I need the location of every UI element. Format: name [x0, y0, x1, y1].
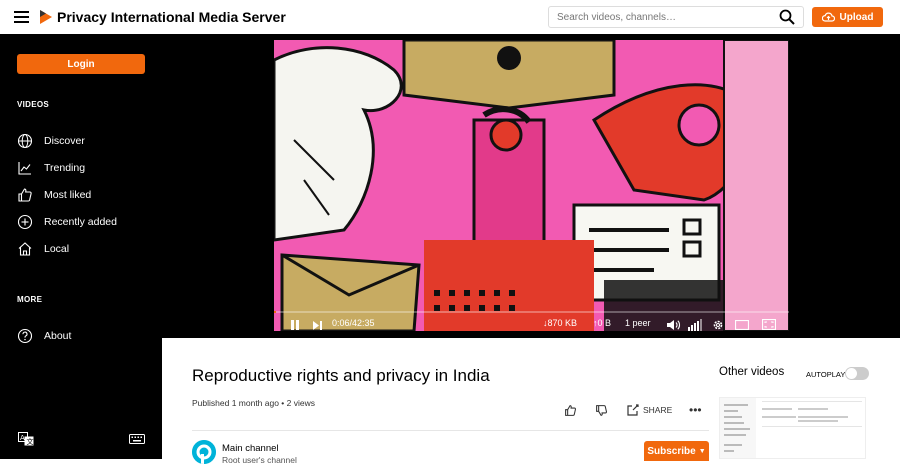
search-box — [548, 6, 804, 28]
autoplay-label: AUTOPLAY — [806, 370, 846, 379]
search-input[interactable] — [549, 7, 773, 27]
menu-icon[interactable] — [14, 11, 29, 23]
plus-circle-icon — [17, 214, 33, 230]
cloud-upload-icon — [821, 12, 835, 22]
svg-text:A: A — [20, 434, 25, 442]
globe-icon — [17, 133, 33, 149]
download-stat: ↓870 KB — [543, 318, 577, 328]
volume-level-icon[interactable] — [688, 319, 702, 331]
more-dots-icon: ••• — [689, 403, 702, 417]
top-header: Privacy International Media Server Uploa… — [0, 0, 900, 34]
app-title: Privacy International Media Server — [57, 9, 286, 25]
toggle-knob — [846, 368, 857, 379]
more-options-button[interactable]: ••• — [689, 403, 702, 417]
time-display: 0:06/42:35 — [332, 318, 375, 328]
video-frame[interactable] — [274, 40, 789, 331]
divider — [192, 430, 709, 431]
other-videos-title: Other videos — [719, 366, 785, 378]
fullscreen-icon[interactable] — [762, 319, 776, 330]
like-button[interactable] — [564, 403, 577, 417]
sidebar-item-label: About — [44, 330, 72, 342]
sidebar-item-recently-added[interactable]: Recently added — [17, 213, 157, 231]
video-illustration — [274, 40, 789, 331]
channel-owner[interactable]: Root user's channel — [222, 455, 297, 465]
recommended-video-thumbnail[interactable] — [719, 397, 866, 459]
pause-icon[interactable] — [291, 320, 299, 330]
next-icon[interactable] — [313, 321, 322, 330]
sidebar-item-local[interactable]: Local — [17, 240, 157, 258]
autoplay-toggle[interactable] — [845, 367, 869, 380]
upload-label: Upload — [839, 11, 874, 23]
share-button[interactable]: SHARE — [627, 403, 672, 417]
help-circle-icon — [17, 328, 33, 344]
upload-value: 0 B — [597, 318, 612, 328]
svg-text:文: 文 — [27, 437, 34, 446]
upload-stat: ↑0 B — [593, 318, 611, 328]
thumbnail-image — [720, 398, 865, 458]
thumbs-up-icon — [565, 404, 576, 416]
thumbs-up-icon — [18, 188, 32, 202]
sidebar-item-label: Discover — [44, 135, 85, 147]
share-label: SHARE — [643, 405, 673, 415]
theater-mode-icon[interactable] — [735, 320, 749, 330]
avatar[interactable] — [192, 440, 216, 464]
share-icon — [627, 404, 639, 416]
sidebar-item-trending[interactable]: Trending — [17, 159, 157, 177]
dislike-button[interactable] — [595, 403, 608, 417]
trending-icon — [18, 162, 31, 175]
peers-count: 1 peer — [625, 318, 651, 328]
video-title: Reproductive rights and privacy in India — [192, 366, 490, 385]
subscribe-label: Subscribe — [647, 445, 696, 457]
language-icon[interactable]: A 文 — [18, 432, 34, 446]
search-icon[interactable] — [779, 9, 795, 25]
more-section-title: MORE — [17, 295, 43, 304]
sidebar-item-most-liked[interactable]: Most liked — [17, 186, 157, 204]
volume-icon[interactable] — [667, 319, 681, 331]
download-value: 870 KB — [547, 318, 578, 328]
sidebar-item-discover[interactable]: Discover — [17, 132, 157, 150]
subscribe-button[interactable]: Subscribe ▼ — [644, 441, 709, 461]
sidebar-item-label: Most liked — [44, 189, 92, 201]
videos-section-title: VIDEOS — [17, 100, 50, 109]
keyboard-icon[interactable] — [129, 432, 145, 446]
home-icon — [18, 242, 32, 256]
sidebar: Login VIDEOS Discover Trending Most like… — [0, 34, 162, 459]
caret-down-icon: ▼ — [698, 447, 706, 455]
sidebar-item-label: Trending — [44, 162, 86, 174]
upload-button[interactable]: Upload — [812, 7, 883, 27]
thumbs-down-icon — [596, 404, 607, 416]
login-button[interactable]: Login — [17, 54, 145, 74]
sidebar-item-label: Recently added — [44, 216, 117, 228]
video-meta: Published 1 month ago • 2 views — [192, 398, 315, 408]
channel-name[interactable]: Main channel — [222, 443, 279, 454]
progress-fill — [274, 311, 277, 313]
avatar-icon — [192, 440, 216, 464]
progress-bar[interactable] — [274, 311, 789, 313]
sidebar-item-about[interactable]: About — [17, 327, 157, 345]
settings-gear-icon[interactable] — [712, 319, 724, 331]
logo-icon — [40, 10, 52, 24]
sidebar-item-label: Local — [44, 243, 70, 255]
